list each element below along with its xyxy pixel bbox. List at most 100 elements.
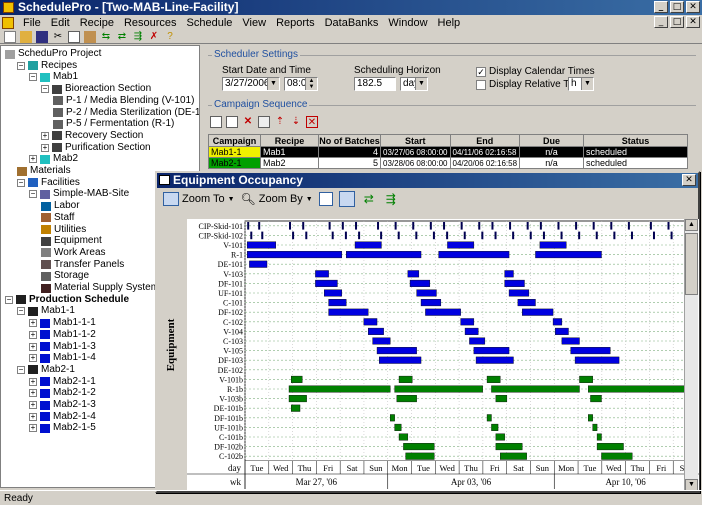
expand-icon[interactable]: + [29,377,37,386]
scroll-up-icon[interactable]: ▲ [685,219,698,231]
scroll-thumb[interactable] [685,233,698,295]
collapse-icon[interactable]: − [29,190,37,199]
due-cell[interactable]: n/a [519,157,585,169]
tree-item[interactable]: + Mab1-1-1 [29,317,96,329]
delete-icon[interactable]: ✕ [242,116,254,128]
zoom-to-button[interactable]: Zoom To ▼ [163,192,235,206]
tree-item[interactable]: + Mab1-1-4 [29,352,96,364]
tree-item[interactable]: + Mab2-1-5 [29,422,96,434]
table-row[interactable]: Mab1-1 Mab1 4 03/27/06 08:00:00 04/11/06… [208,146,688,158]
tree-item[interactable]: Utilities [41,224,86,236]
collapse-icon[interactable]: − [17,365,25,374]
batches-cell[interactable]: 5 [318,157,381,169]
recipe-cell[interactable]: Mab1 [260,146,319,158]
zoom-by-button[interactable]: 🔍︎ Zoom By ▼ [241,192,313,206]
move-down-icon[interactable]: ⇣ [290,116,302,128]
expand-icon[interactable]: + [29,354,37,363]
tree-item[interactable]: + Mab2 [29,153,78,165]
col-recipe[interactable]: Recipe [260,134,319,147]
end-cell[interactable]: 04/11/06 02:16:58 [449,146,521,158]
tree-item[interactable]: Work Areas [41,247,106,259]
display-calendar-checkbox[interactable]: ✓ Display Calendar Times [476,66,595,77]
collapse-icon[interactable]: − [29,73,37,82]
col-status[interactable]: Status [583,134,688,147]
menu-file[interactable]: File [18,17,46,29]
tree-item[interactable]: + Mab1-1-2 [29,329,96,341]
tree-item[interactable]: Material Supply Systems [41,282,164,294]
expand-icon[interactable]: + [29,342,37,351]
col-campaign[interactable]: Campaign [208,134,261,147]
vertical-scrollbar[interactable]: ▲ ▼ [684,219,698,491]
tree-item[interactable]: + Purification Section [41,142,151,154]
clear-icon[interactable]: ✗ [148,31,160,43]
menu-schedule[interactable]: Schedule [182,17,238,29]
move-right-icon[interactable]: ⇄ [116,31,128,43]
schedule-icon[interactable]: ⇶ [132,31,144,43]
move-up-icon[interactable]: ⇡ [274,116,286,128]
chart-settings-icon[interactable] [318,192,333,206]
tree-item[interactable]: P-1 / Media Blending (V-101) [53,95,194,107]
tree-item[interactable]: Labor [41,200,80,212]
layout-view-icon[interactable]: ⇶ [383,193,399,205]
mdi-restore-button[interactable]: □ [670,16,684,28]
menu-edit[interactable]: Edit [46,17,75,29]
cut-icon[interactable]: ✂ [52,31,64,43]
menu-databanks[interactable]: DataBanks [320,17,384,29]
tree-item[interactable]: + Mab2-1-4 [29,411,96,423]
col-due[interactable]: Due [519,134,585,147]
menu-window[interactable]: Window [383,17,432,29]
list-add-icon[interactable] [210,116,222,128]
tree-item[interactable]: − Facilities [17,177,80,189]
tree-item[interactable]: Storage [41,270,89,282]
clear-all-icon[interactable]: ✕ [306,116,318,128]
minimize-button[interactable]: _ [654,1,668,13]
new-icon[interactable] [4,30,16,43]
menu-resources[interactable]: Resources [119,17,182,29]
campaign-cell[interactable]: Mab2-1 [208,157,261,169]
expand-icon[interactable]: + [29,155,37,164]
col-start[interactable]: Start [380,134,451,147]
start-cell[interactable]: 03/27/06 08:00:00 [380,146,451,158]
help-icon[interactable]: ? [164,31,176,43]
tree-item[interactable]: + Mab2-1-2 [29,387,96,399]
horizon-input[interactable]: 182.5 [354,77,396,91]
horizon-unit-select[interactable]: day ▼ [400,77,428,91]
expand-icon[interactable]: + [41,131,49,140]
tree-item[interactable]: − Mab1-1 [17,305,75,317]
menu-help[interactable]: Help [433,17,466,29]
due-cell[interactable]: n/a [519,146,585,158]
tree-item[interactable]: P-5 / Fermentation (R-1) [53,118,174,130]
menu-reports[interactable]: Reports [271,17,320,29]
recipe-cell[interactable]: Mab2 [260,157,319,169]
tree-item[interactable]: Staff [41,212,74,224]
start-cell[interactable]: 03/28/06 08:00:00 [380,157,451,169]
checkbox-icon[interactable] [476,79,486,90]
start-time-input[interactable]: 08:00 ▲ ▼ [284,77,318,91]
expand-icon[interactable]: + [41,143,49,152]
mdi-minimize-button[interactable]: _ [654,16,668,28]
maximize-button[interactable]: □ [670,1,684,13]
tree-item[interactable]: + Recovery Section [41,130,143,142]
expand-icon[interactable]: + [29,412,37,421]
menu-view[interactable]: View [237,17,271,29]
properties-icon[interactable] [258,116,270,128]
move-left-icon[interactable]: ⇆ [100,31,112,43]
expand-icon[interactable]: + [29,401,37,409]
collapse-icon[interactable]: − [17,178,25,187]
tree-item[interactable]: − Recipes [17,60,77,72]
tree-item[interactable]: − Production Schedule [5,294,129,306]
equipment-close-button[interactable]: ✕ [682,174,696,186]
chevron-down-icon[interactable]: ▼ [581,78,593,90]
status-cell[interactable]: scheduled [583,146,688,158]
tree-item[interactable]: P-2 / Media Sterilization (DE-101) [53,107,199,119]
tree-item[interactable]: Equipment [41,235,102,247]
list-insert-icon[interactable] [226,116,238,128]
paste-icon[interactable] [84,30,96,43]
tree-item[interactable]: + Mab1-1-3 [29,341,96,353]
tree-item[interactable]: − Mab1 [29,71,78,83]
collapse-icon[interactable]: − [5,295,13,304]
end-cell[interactable]: 04/20/06 02:16:58 [449,157,521,169]
campaign-cell[interactable]: Mab1-1 [208,146,261,158]
close-button[interactable]: ✕ [686,1,700,13]
expand-icon[interactable]: + [29,389,37,398]
